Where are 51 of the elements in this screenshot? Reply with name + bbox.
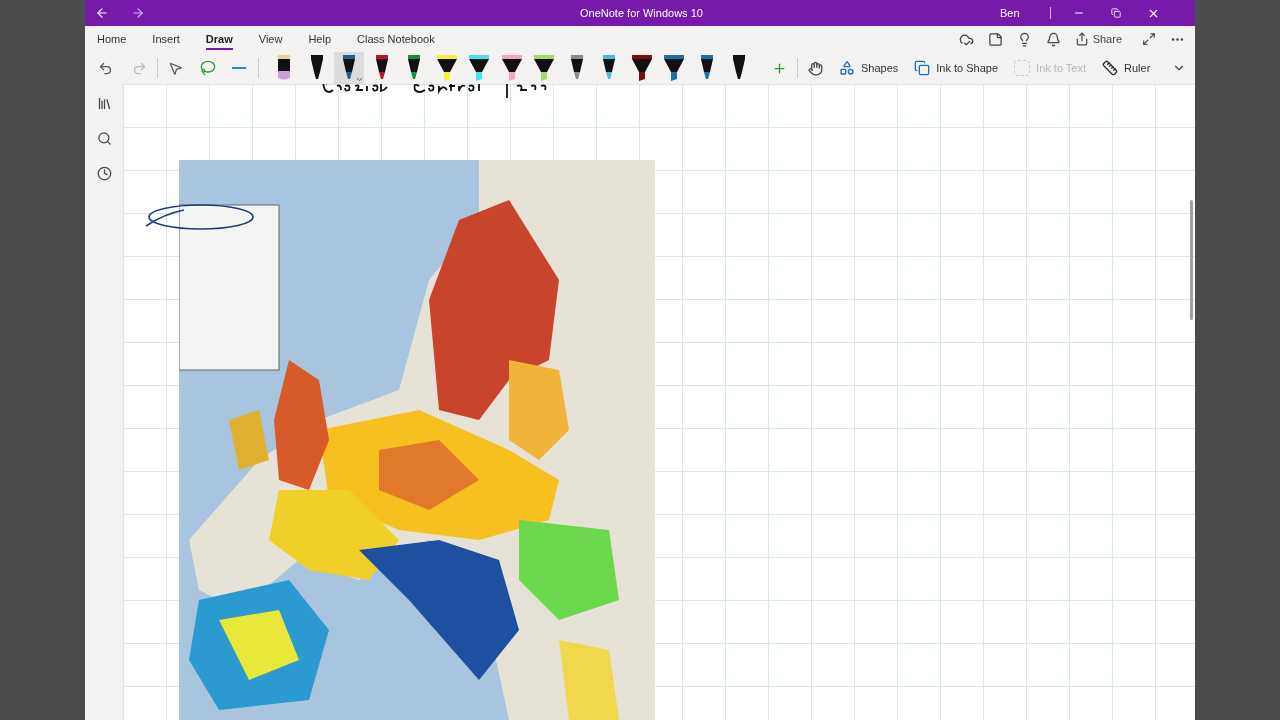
search-icon[interactable]	[96, 131, 112, 146]
share-button[interactable]: Share	[1074, 30, 1122, 48]
highlighter-icon	[533, 54, 555, 82]
restore-icon[interactable]	[1110, 8, 1121, 18]
pen-icon	[341, 54, 357, 82]
pencil-icon	[276, 54, 292, 82]
highlighter-icon	[630, 54, 653, 82]
undo-icon[interactable]	[98, 60, 113, 76]
tool-button[interactable]: Ruler	[1102, 59, 1151, 77]
add-pen-icon[interactable]	[772, 60, 787, 76]
back-icon[interactable]	[95, 6, 109, 20]
shapes-icon	[839, 60, 855, 76]
highlighter-icon	[663, 54, 685, 82]
note-icon[interactable]	[987, 31, 1003, 47]
notebooks-icon[interactable]	[96, 96, 112, 111]
ribbon-tab[interactable]: Home	[97, 28, 127, 50]
recent-icon[interactable]	[96, 166, 112, 181]
pen-button[interactable]	[334, 52, 364, 84]
scrollbar-thumb[interactable]	[1190, 200, 1193, 320]
bell-icon[interactable]	[1045, 31, 1061, 47]
pen-icon	[308, 54, 325, 82]
ribbon-tab[interactable]: View	[258, 28, 283, 50]
sync-icon[interactable]	[958, 31, 974, 47]
pen-icon	[601, 54, 617, 82]
ribbon-tab[interactable]: Insert	[152, 28, 180, 50]
ribbon-tab[interactable]: Help	[308, 28, 332, 50]
lasso-icon[interactable]	[200, 60, 216, 76]
tool-button[interactable]: Ink to Shape	[914, 59, 999, 77]
ink-to-shape-icon	[914, 60, 931, 76]
ribbon-tab[interactable]: Class Notebook	[357, 28, 435, 50]
caret-icon	[355, 75, 364, 84]
note-canvas[interactable]	[123, 84, 1195, 720]
pen-icon	[731, 54, 747, 82]
window-title: OneNote for Windows 10	[580, 5, 704, 21]
ribbon-tab[interactable]: Draw	[205, 28, 233, 50]
pen-icon	[406, 54, 422, 82]
tool-button[interactable]: Shapes	[839, 59, 899, 77]
highlighter-icon	[500, 54, 523, 82]
expand-icon[interactable]	[1142, 32, 1156, 46]
highlighter-icon	[468, 54, 490, 82]
type-select-icon[interactable]	[168, 60, 183, 76]
pen-icon	[698, 54, 715, 82]
touch-draw-icon[interactable]	[808, 60, 823, 76]
share-icon	[1074, 32, 1089, 46]
forward-icon[interactable]	[131, 6, 145, 20]
ruler-icon	[1102, 60, 1119, 76]
pen-icon	[373, 54, 390, 82]
user-name: Ben	[1000, 5, 1020, 21]
pen-icon	[568, 54, 585, 82]
highlighter-icon	[435, 54, 458, 82]
ink-to-text-icon	[1014, 60, 1031, 76]
